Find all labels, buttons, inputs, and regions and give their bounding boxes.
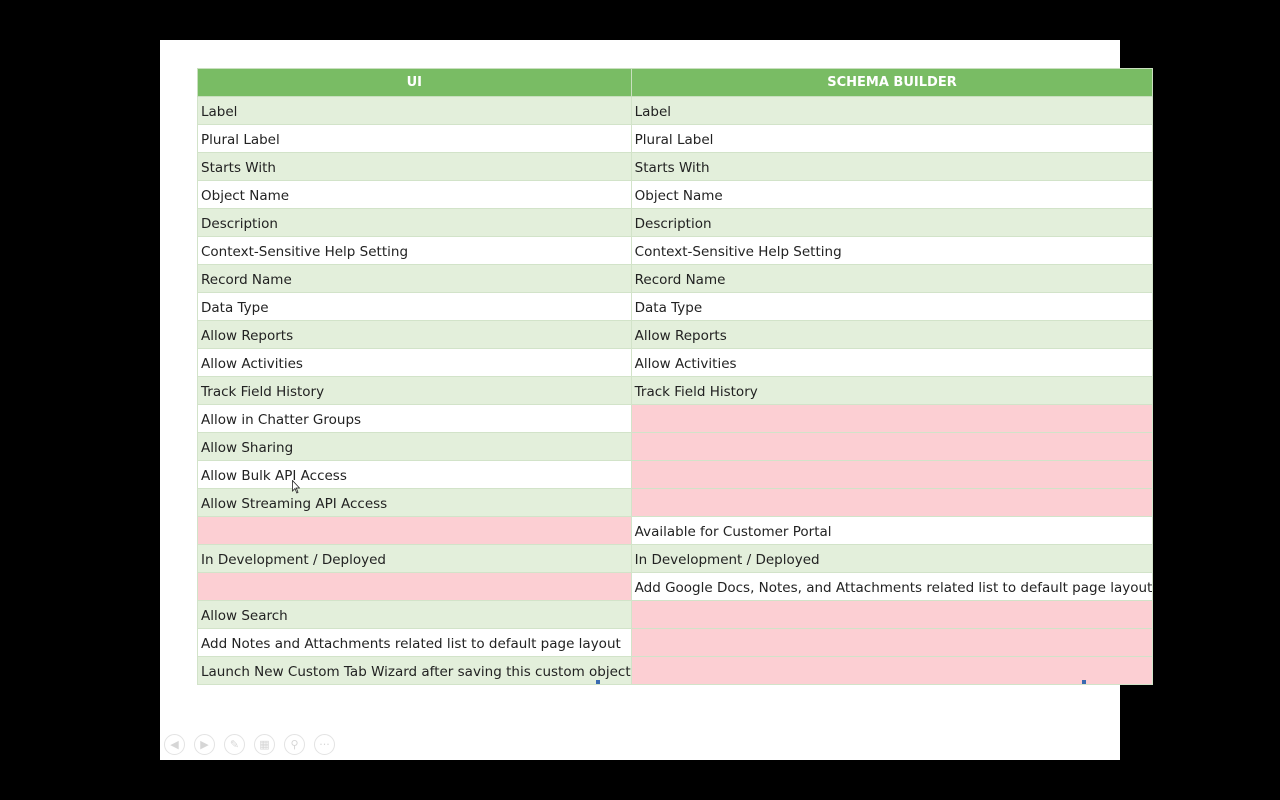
ui-cell: Allow Search xyxy=(197,600,632,629)
schema-builder-cell xyxy=(630,432,1154,461)
pen-icon: ✎ xyxy=(229,738,240,751)
table-row: Allow in Chatter Groups xyxy=(197,404,1154,433)
schema-builder-cell: Record Name xyxy=(630,264,1154,293)
ui-cell: Add Notes and Attachments related list t… xyxy=(197,628,632,657)
pen-button[interactable]: ✎ xyxy=(224,734,245,755)
schema-builder-cell: Label xyxy=(630,96,1154,125)
schema-builder-cell: Object Name xyxy=(630,180,1154,209)
schema-builder-cell: Plural Label xyxy=(630,124,1154,153)
ui-cell xyxy=(197,516,632,545)
ui-cell: Starts With xyxy=(197,152,632,181)
schema-builder-cell xyxy=(630,600,1154,629)
schema-builder-cell: Track Field History xyxy=(630,376,1154,405)
slides-grid-button[interactable]: ▦ xyxy=(254,734,275,755)
ui-cell: Launch New Custom Tab Wizard after savin… xyxy=(197,656,632,685)
ui-cell: Allow Activities xyxy=(197,348,632,377)
table-row: In Development / Deployed In Development … xyxy=(197,544,1154,573)
schema-builder-cell: In Development / Deployed xyxy=(630,544,1154,573)
ui-cell: Label xyxy=(197,96,632,125)
column-header-schema-builder: SCHEMA BUILDER xyxy=(630,68,1154,97)
schema-builder-cell: Allow Reports xyxy=(630,320,1154,349)
ui-cell: Description xyxy=(197,208,632,237)
ui-cell: Track Field History xyxy=(197,376,632,405)
arrow-right-icon: ▶ xyxy=(200,738,209,751)
selection-handle-icon xyxy=(596,680,600,684)
previous-slide-button[interactable]: ◀ xyxy=(164,734,185,755)
more-options-button[interactable]: ··· xyxy=(314,734,335,755)
table-row: Launch New Custom Tab Wizard after savin… xyxy=(197,656,1154,685)
table-row: Add Google Docs, Notes, and Attachments … xyxy=(197,572,1154,601)
schema-builder-cell: Context-Sensitive Help Setting xyxy=(630,236,1154,265)
header-row: UI SCHEMA BUILDER xyxy=(197,68,1154,97)
arrow-left-icon: ◀ xyxy=(170,738,179,751)
table-row: Allow Sharing xyxy=(197,432,1154,461)
table-body: Label Label Plural Label Plural Label Starts… xyxy=(197,96,1154,685)
table-row: Allow Streaming API Access xyxy=(197,488,1154,517)
magnifier-icon: ⚲ xyxy=(290,738,299,751)
table-row: Allow Search xyxy=(197,600,1154,629)
ui-cell: In Development / Deployed xyxy=(197,544,632,573)
next-slide-button[interactable]: ▶ xyxy=(194,734,215,755)
table-row: Context-Sensitive Help Setting Context-Se… xyxy=(197,236,1154,265)
column-header-ui: UI xyxy=(197,68,632,97)
ui-cell xyxy=(197,572,632,601)
ui-cell: Allow Sharing xyxy=(197,432,632,461)
table-row: Allow Bulk API Access xyxy=(197,460,1154,489)
slideshow-toolbar: ◀ ▶ ✎ ▦ ⚲ ··· xyxy=(164,734,335,755)
schema-builder-cell: Description xyxy=(630,208,1154,237)
ui-cell: Plural Label xyxy=(197,124,632,153)
schema-builder-cell: Starts With xyxy=(630,152,1154,181)
ui-cell: Allow Bulk API Access xyxy=(197,460,632,489)
ui-cell: Data Type xyxy=(197,292,632,321)
schema-builder-cell: Add Google Docs, Notes, and Attachments … xyxy=(630,572,1154,601)
schema-builder-cell xyxy=(630,628,1154,657)
table-row: Starts With Starts With xyxy=(197,152,1154,181)
table-row: Record Name Record Name xyxy=(197,264,1154,293)
schema-builder-cell xyxy=(630,656,1154,685)
table-row: Allow Reports Allow Reports xyxy=(197,320,1154,349)
ui-cell: Allow in Chatter Groups xyxy=(197,404,632,433)
table-row: Data Type Data Type xyxy=(197,292,1154,321)
presentation-slide: UI SCHEMA BUILDER Label Label Plural Label… xyxy=(160,40,1154,760)
schema-builder-cell: Available for Customer Portal xyxy=(630,516,1154,545)
ui-cell: Context-Sensitive Help Setting xyxy=(197,236,632,265)
schema-builder-cell xyxy=(630,404,1154,433)
ui-cell: Allow Reports xyxy=(197,320,632,349)
ui-cell: Record Name xyxy=(197,264,632,293)
ellipsis-icon: ··· xyxy=(319,738,330,751)
table-row: Label Label xyxy=(197,96,1154,125)
ui-cell: Object Name xyxy=(197,180,632,209)
table-row: Plural Label Plural Label xyxy=(197,124,1154,153)
table-row: Allow Activities Allow Activities xyxy=(197,348,1154,377)
table-row: Add Notes and Attachments related list t… xyxy=(197,628,1154,657)
slides-icon: ▦ xyxy=(259,738,270,751)
comparison-table: UI SCHEMA BUILDER Label Label Plural Label… xyxy=(197,68,1154,685)
zoom-button[interactable]: ⚲ xyxy=(284,734,305,755)
mouse-cursor-icon xyxy=(292,480,300,494)
table-row: Track Field History Track Field History xyxy=(197,376,1154,405)
ui-cell: Allow Streaming API Access xyxy=(197,488,632,517)
table-row: Description Description xyxy=(197,208,1154,237)
table-row: Available for Customer Portal xyxy=(197,516,1154,545)
schema-builder-cell xyxy=(630,460,1154,489)
schema-builder-cell: Allow Activities xyxy=(630,348,1154,377)
table-row: Object Name Object Name xyxy=(197,180,1154,209)
schema-builder-cell: Data Type xyxy=(630,292,1154,321)
schema-builder-cell xyxy=(630,488,1154,517)
selection-handle-icon xyxy=(1082,680,1086,684)
